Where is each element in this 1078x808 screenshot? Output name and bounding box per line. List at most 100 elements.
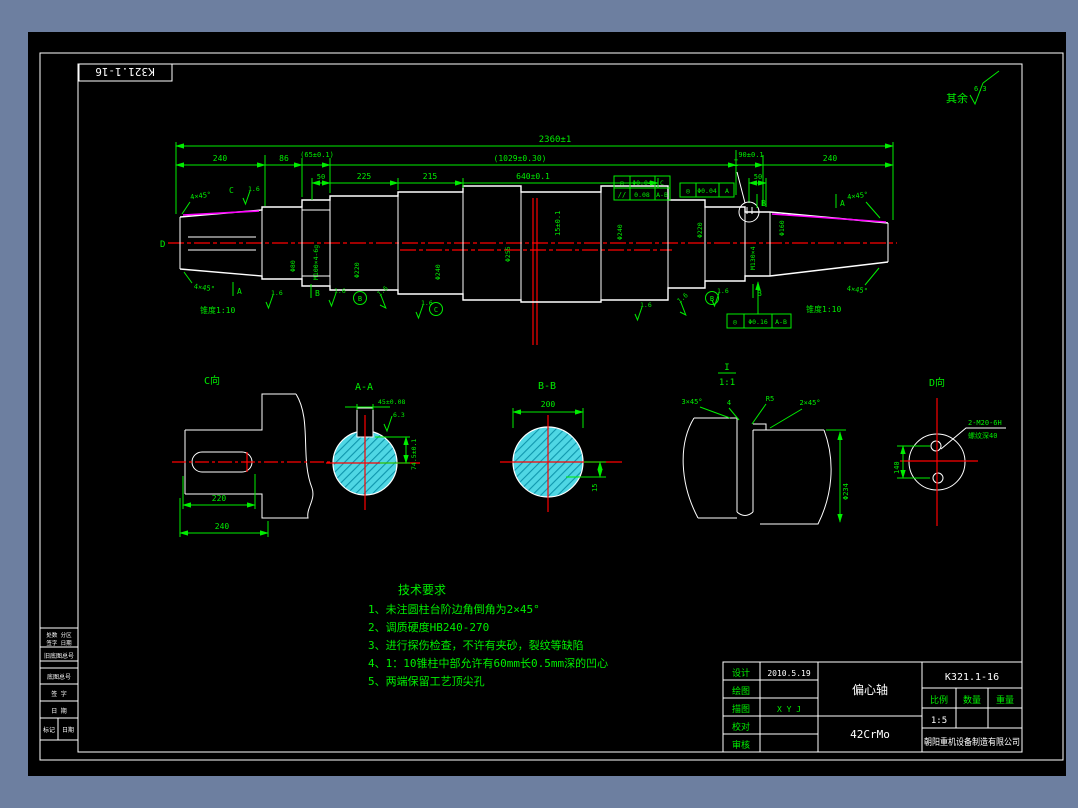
tb-weight-label: 重量	[996, 694, 1014, 706]
dia-label: Φ240	[616, 224, 624, 240]
tb-part-name: 偏心轴	[852, 682, 888, 697]
dim-50-left: 50	[317, 173, 325, 181]
fcf1-value: Φ0.04	[632, 179, 652, 187]
dia-label: M130×4	[749, 246, 757, 270]
datum-flag-b3: B	[757, 289, 762, 298]
d-view-note2: 螺纹深40	[968, 431, 997, 440]
datum-flag-b2: B	[761, 199, 766, 208]
dim-overall: 2360±1	[539, 135, 572, 145]
dim-65: (65±0.1)	[300, 151, 334, 159]
detail-chamfer-b: 2×45°	[799, 399, 820, 407]
bb-label: B-B	[538, 381, 556, 392]
c-view-dim-220: 220	[212, 494, 227, 503]
surface-note-label: 其余	[946, 91, 968, 105]
cad-drawing: K321.1-16 其余 6.3 2360±1 240 86 (65±0.1) …	[28, 32, 1066, 776]
dim-240-right: 240	[823, 154, 838, 163]
tb-row2-label: 绘图	[732, 685, 750, 697]
cad-viewer-screen: K321.1-16 其余 6.3 2360±1 240 86 (65±0.1) …	[0, 0, 1078, 808]
c-view-label: C向	[204, 374, 220, 387]
margin-row-1a: 处数 分区	[46, 631, 72, 639]
roughness-value: 1.6	[640, 301, 652, 309]
bb-dia-dim: 200	[541, 400, 556, 409]
dia-label: M100×4-6g	[312, 245, 320, 280]
margin-row-4: 签 字	[51, 690, 67, 698]
roughness-value: 1.6	[271, 289, 283, 297]
tb-row1-label: 设计	[732, 667, 750, 679]
fcf1-datum: C	[660, 179, 664, 187]
c-view-dim-240: 240	[215, 522, 230, 531]
roughness-value: 1.6	[717, 287, 729, 295]
tech-item-5: 5、两端保留工艺顶尖孔	[368, 674, 485, 688]
dim-1029: (1029±0.30)	[494, 154, 547, 163]
detail-dia-dim: Φ234	[842, 483, 850, 500]
margin-row-5: 日 期	[51, 707, 67, 715]
drawing-number-topleft: K321.1-16	[95, 65, 155, 78]
datum-flag-a2: A	[840, 199, 845, 208]
datum-circle-c: C	[434, 306, 438, 314]
dia-label: Φ160	[778, 220, 786, 236]
tb-tracer-value: X Y J	[777, 705, 801, 714]
dim-240-left: 240	[213, 154, 228, 163]
detail-width: 4	[727, 399, 731, 407]
bb-offset-dim: 15	[591, 484, 599, 492]
aa-depth-dim: 74.5±0.1	[410, 439, 418, 470]
fcf3-value: Φ0.16	[748, 318, 768, 326]
taper-right-label: 锥度1:10	[806, 304, 841, 314]
roughness-value: 1.6	[334, 287, 346, 295]
aa-roughness: 6.3	[393, 411, 405, 419]
tb-company: 朝阳重机设备制造有限公司	[924, 736, 1020, 748]
dia-label: Φ220	[696, 222, 704, 238]
d-view-span-dim: 140	[893, 461, 901, 474]
fcf1b-symbol: //	[618, 191, 626, 199]
dim-50-right: 50	[754, 173, 762, 181]
tb-drawing-no: K321.1-16	[945, 672, 999, 683]
dia-label: Φ220	[353, 262, 361, 278]
detail-label: I	[724, 363, 729, 373]
tb-row4-label: 校对	[732, 721, 750, 733]
fcf-1: ◎ Φ0.04 C // 0.08 A-B	[613, 175, 671, 201]
fcf1b-datum: A-B	[656, 191, 668, 199]
fcf2-value: Φ0.04	[697, 187, 717, 195]
fcf3-datum: A-B	[775, 318, 787, 326]
fcf1b-value: 0.08	[634, 191, 650, 199]
tb-scale-label: 比例	[930, 694, 948, 706]
margin-row-6b: 日期	[62, 726, 74, 734]
datum-c-top: C	[229, 186, 234, 195]
surface-roughness-value: 6.3	[974, 85, 987, 93]
tb-design-date: 2010.5.19	[767, 669, 811, 678]
tech-item-2: 2、调质硬度HB240-270	[368, 620, 489, 634]
dim-86: 86	[279, 154, 289, 163]
roughness-value: 1.6	[421, 299, 433, 307]
view-arrow-d: D	[160, 240, 165, 250]
taper-left-label: 锥度1:10	[200, 305, 235, 315]
dim-225: 225	[357, 172, 372, 181]
fcf2-datum: A	[725, 187, 729, 195]
tb-row3-label: 描图	[732, 703, 750, 715]
dia-label: Φ240	[434, 264, 442, 280]
dim-eccentric: 15±0.1	[554, 211, 562, 236]
datum-flag-b: B	[315, 289, 320, 298]
aa-keyway-width: 45±0.08	[378, 398, 405, 406]
dim-90: 90±0.1	[738, 151, 763, 159]
detail-chamfer-a: 3×45°	[681, 398, 702, 406]
dia-label: Φ255	[504, 246, 512, 262]
detail-scale: 1:1	[719, 378, 735, 388]
margin-row-6a: 标记	[43, 726, 55, 734]
datum-circle-b2: B	[710, 295, 714, 303]
roughness-value: 1.6	[248, 185, 260, 193]
d-view-label: D向	[929, 376, 945, 389]
tb-scale-value: 1:5	[931, 716, 947, 726]
d-view-note1: 2-M20-6H	[968, 419, 1002, 427]
dim-215: 215	[423, 172, 438, 181]
datum-flag-a: A	[237, 287, 242, 296]
margin-row-2: 旧底图总号	[44, 652, 74, 660]
tb-material: 42CrMo	[850, 728, 890, 741]
tech-item-3: 3、进行探伤检查，不许有夹砂，裂纹等缺陷	[368, 638, 584, 652]
balloon-label: I	[733, 159, 738, 169]
tb-row5-label: 审核	[732, 739, 750, 751]
detail-radius: R5	[766, 395, 774, 403]
aa-label: A-A	[355, 382, 373, 393]
tech-item-4: 4、1：10锥柱中部允许有60mm长0.5mm深的凹心	[368, 656, 608, 670]
dia-label: Φ80	[289, 260, 297, 272]
tech-title: 技术要求	[398, 583, 446, 597]
